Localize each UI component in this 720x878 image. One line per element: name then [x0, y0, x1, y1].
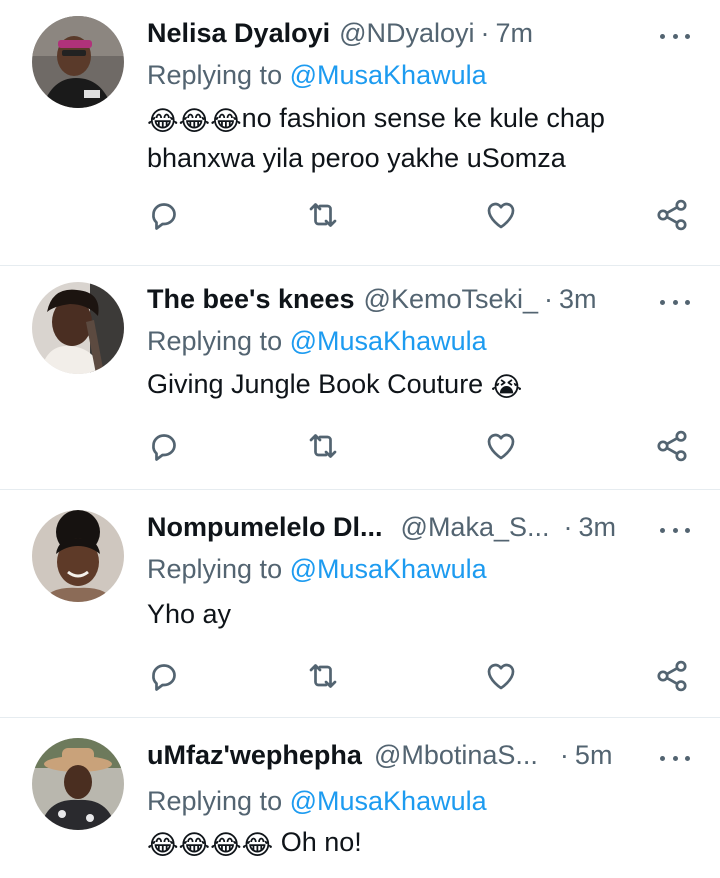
reply-icon[interactable] — [146, 658, 182, 694]
author-handle[interactable]: @MbotinaS... — [374, 740, 538, 771]
tweet-body: Giving Jungle Book Couture — [147, 369, 484, 399]
replying-label: Replying to — [147, 786, 283, 816]
replying-to: Replying to @MusaKhawula — [147, 786, 487, 817]
tweet-text: 😂😂😂no fashion sense ke kule chap bhanxwa… — [147, 98, 687, 178]
replying-to: Replying to @MusaKhawula — [147, 554, 487, 585]
share-icon[interactable] — [654, 197, 690, 233]
action-bar — [0, 428, 720, 468]
mention-link[interactable]: @MusaKhawula — [290, 60, 487, 90]
separator: · — [563, 512, 573, 542]
tweet-emoji: 😂😂😂 — [147, 106, 242, 136]
tweet[interactable]: Nompumelelo Dl... @Maka_S... · 3m Replyi… — [0, 490, 720, 718]
tweet-header: Nompumelelo Dl... @Maka_S... · 3m — [147, 512, 660, 548]
reply-icon[interactable] — [146, 197, 182, 233]
avatar-image — [32, 282, 124, 374]
author-name[interactable]: Nompumelelo Dl... — [147, 512, 383, 543]
tweet-text: Giving Jungle Book Couture 😭 — [147, 364, 687, 404]
more-icon[interactable] — [660, 748, 690, 768]
avatar[interactable] — [32, 510, 124, 602]
replying-label: Replying to — [147, 60, 283, 90]
action-bar — [0, 658, 720, 698]
tweet[interactable]: The bee's knees @KemoTseki_ · 3m Replyin… — [0, 266, 720, 490]
avatar-image — [32, 738, 124, 830]
author-handle[interactable]: @Maka_S... — [401, 512, 550, 543]
replying-to: Replying to @MusaKhawula — [147, 60, 487, 91]
mention-link[interactable]: @MusaKhawula — [290, 786, 487, 816]
author-name[interactable]: The bee's knees — [147, 284, 355, 315]
more-icon[interactable] — [660, 520, 690, 540]
tweet-body: Yho ay — [147, 599, 232, 629]
tweet-emoji: 😭 — [490, 372, 523, 402]
more-icon[interactable] — [660, 26, 690, 46]
mention-link[interactable]: @MusaKhawula — [290, 554, 487, 584]
share-icon[interactable] — [654, 428, 690, 464]
avatar[interactable] — [32, 282, 124, 374]
timestamp[interactable]: 3m — [559, 284, 597, 315]
like-icon[interactable] — [483, 428, 519, 464]
tweet[interactable]: uMfaz'wephepha @MbotinaS... · 5m Replyin… — [0, 718, 720, 878]
avatar[interactable] — [32, 16, 124, 108]
avatar-image — [32, 510, 124, 602]
replying-to: Replying to @MusaKhawula — [147, 326, 487, 357]
tweet-text: 😂😂😂😂 Oh no! — [147, 822, 687, 862]
timestamp[interactable]: 3m — [579, 512, 617, 543]
author-handle[interactable]: @NDyaloyi — [339, 18, 474, 49]
author-name[interactable]: uMfaz'wephepha — [147, 740, 362, 771]
separator: · — [559, 740, 569, 770]
retweet-icon[interactable] — [305, 197, 341, 233]
mention-link[interactable]: @MusaKhawula — [290, 326, 487, 356]
reply-icon[interactable] — [146, 428, 182, 464]
action-bar — [0, 197, 720, 237]
author-name[interactable]: Nelisa Dyaloyi — [147, 18, 330, 49]
tweet[interactable]: Nelisa Dyaloyi @NDyaloyi · 7m Replying t… — [0, 0, 720, 266]
tweet-header: Nelisa Dyaloyi @NDyaloyi · 7m — [147, 18, 660, 54]
separator: · — [544, 284, 554, 314]
reply-feed: Nelisa Dyaloyi @NDyaloyi · 7m Replying t… — [0, 0, 720, 874]
tweet-text: Yho ay — [147, 594, 687, 634]
avatar-image — [32, 16, 124, 108]
tweet-emoji: 😂😂😂😂 — [147, 830, 274, 860]
like-icon[interactable] — [483, 197, 519, 233]
avatar[interactable] — [32, 738, 124, 830]
replying-label: Replying to — [147, 554, 283, 584]
timestamp[interactable]: 5m — [575, 740, 613, 771]
tweet-body: Oh no! — [273, 827, 362, 857]
tweet-header: The bee's knees @KemoTseki_ · 3m — [147, 284, 660, 320]
retweet-icon[interactable] — [305, 658, 341, 694]
share-icon[interactable] — [654, 658, 690, 694]
replying-label: Replying to — [147, 326, 283, 356]
author-handle[interactable]: @KemoTseki_ — [364, 284, 538, 315]
tweet-header: uMfaz'wephepha @MbotinaS... · 5m — [147, 740, 660, 776]
like-icon[interactable] — [483, 658, 519, 694]
retweet-icon[interactable] — [305, 428, 341, 464]
timestamp[interactable]: 7m — [496, 18, 534, 49]
separator: · — [480, 18, 490, 48]
more-icon[interactable] — [660, 292, 690, 312]
